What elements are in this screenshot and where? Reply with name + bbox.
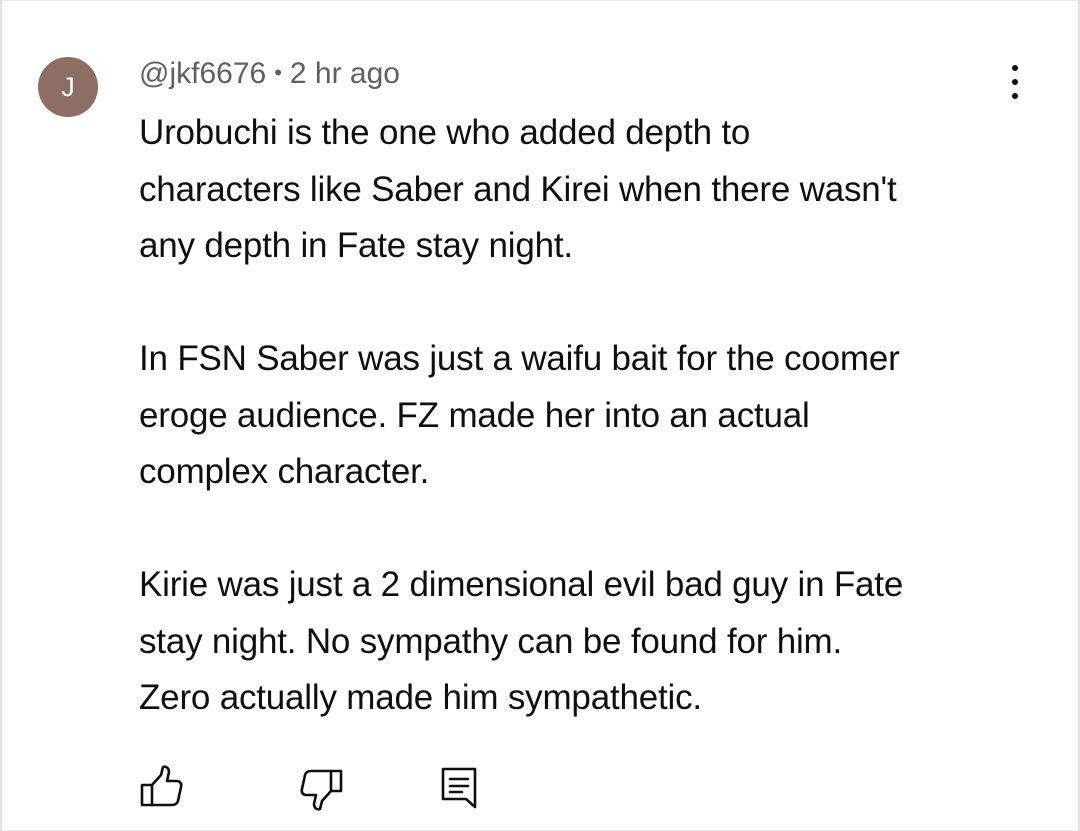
more-dot: [1012, 93, 1018, 99]
comment-line: In FSN Saber was just a waifu bait for t…: [139, 339, 900, 378]
comment-line: Zero actually made him sympathetic.: [139, 678, 702, 717]
comment-card: J @jkf6676 • 2 hr ago Urobuchi is the one …: [0, 0, 1080, 831]
comment-text: Urobuchi is the one who added depth to c…: [139, 105, 1039, 727]
author-handle[interactable]: @jkf6676: [139, 57, 266, 90]
more-dot: [1012, 65, 1018, 71]
thumbs-up-icon: [140, 765, 183, 807]
comment-reply-icon: [441, 767, 477, 809]
comment-time: 2 hr ago: [289, 57, 400, 90]
comment-line: complex character.: [139, 452, 430, 491]
more-dot: [1012, 79, 1018, 85]
separator-dot: •: [274, 60, 282, 85]
reply-button[interactable]: [438, 759, 486, 815]
comment-paragraph: In FSN Saber was just a waifu bait for t…: [139, 331, 1039, 501]
comment-header: @jkf6676 • 2 hr ago: [139, 53, 400, 94]
comment-line: Urobuchi is the one who added depth to: [139, 113, 751, 152]
comment-line: any depth in Fate stay night.: [139, 226, 573, 265]
more-vert-icon[interactable]: [998, 65, 1032, 99]
comment-line: characters like Saber and Kirei when the…: [139, 169, 897, 209]
thumbs-down-icon: [300, 769, 343, 811]
comment-paragraph: Urobuchi is the one who added depth to c…: [139, 105, 1039, 275]
comment-line: Kirie was just a 2 dimensional evil bad …: [139, 565, 904, 604]
comment-paragraph: Kirie was just a 2 dimensional evil bad …: [139, 557, 1039, 727]
comment-line: eroge audience. FZ made her into an actu…: [139, 395, 810, 435]
dislike-button[interactable]: [296, 759, 344, 815]
comment-line: stay night. No sympathy can be found for…: [139, 621, 843, 661]
like-button[interactable]: [139, 759, 187, 815]
avatar[interactable]: J: [38, 57, 98, 117]
